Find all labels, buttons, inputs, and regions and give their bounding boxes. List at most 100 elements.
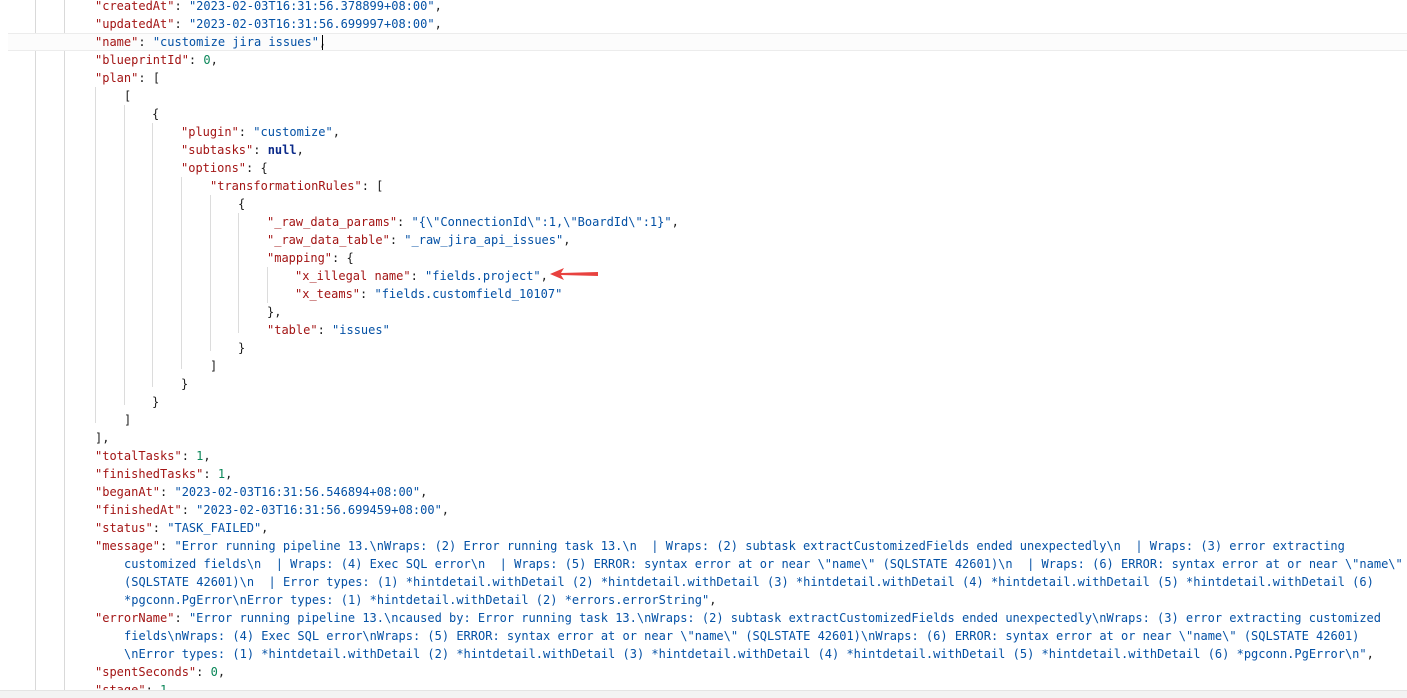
gutter-divider-left bbox=[35, 0, 36, 690]
code-line[interactable]: ] bbox=[124, 411, 131, 429]
json-value: "issues" bbox=[332, 323, 390, 337]
json-punctuation: , bbox=[441, 503, 450, 517]
json-punctuation: , bbox=[296, 143, 304, 157]
json-punctuation: ] bbox=[124, 413, 132, 427]
code-line[interactable]: "plan": [ bbox=[95, 69, 160, 87]
json-colon: : bbox=[188, 53, 204, 67]
code-line[interactable]: "updatedAt": "2023-02-03T16:31:56.699997… bbox=[95, 15, 442, 33]
json-punctuation: , bbox=[261, 521, 269, 535]
code-line[interactable]: "options": { bbox=[181, 159, 268, 177]
text-cursor bbox=[322, 35, 323, 50]
indent-guide bbox=[210, 195, 211, 351]
json-colon: : bbox=[181, 503, 197, 517]
code-line[interactable]: "status": "TASK_FAILED", bbox=[95, 519, 268, 537]
code-line[interactable]: ], bbox=[95, 429, 109, 447]
code-line[interactable]: "finishedAt": "2023-02-03T16:31:56.69945… bbox=[95, 501, 449, 519]
code-line[interactable]: "name": "customize jira issues", bbox=[95, 33, 326, 51]
json-punctuation: { bbox=[260, 161, 268, 175]
json-key: "spentSeconds" bbox=[95, 665, 197, 679]
code-line[interactable]: } bbox=[181, 375, 188, 393]
json-punctuation: , bbox=[434, 0, 442, 13]
json-punctuation: [ bbox=[152, 71, 161, 85]
code-line[interactable]: "table": "issues" bbox=[267, 321, 390, 339]
gutter-divider-right bbox=[64, 0, 65, 690]
json-value: "2023-02-03T16:31:56.546894+08:00" bbox=[174, 485, 421, 499]
json-punctuation: { bbox=[152, 107, 160, 121]
horizontal-scrollbar[interactable] bbox=[0, 690, 1407, 698]
json-colon: : bbox=[332, 251, 347, 265]
json-value: "{\"ConnectionId\":1,\"BoardId\":1}" bbox=[411, 215, 672, 229]
code-line[interactable]: \nError types: (1) *hintdetail.withDetai… bbox=[124, 645, 1374, 663]
json-punctuation: [ bbox=[124, 89, 132, 103]
code-line[interactable]: "subtasks": null, bbox=[181, 141, 304, 159]
json-value: "customize" bbox=[253, 125, 333, 139]
code-line[interactable]: }, bbox=[267, 303, 281, 321]
code-line[interactable]: "spentSeconds": 0, bbox=[95, 663, 225, 681]
code-line[interactable]: "blueprintId": 0, bbox=[95, 51, 218, 69]
json-editor[interactable]: "createdAt": "2023-02-03T16:31:56.378899… bbox=[0, 0, 1407, 698]
json-punctuation: { bbox=[238, 197, 246, 211]
code-line[interactable]: "_raw_data_table": "_raw_jira_api_issues… bbox=[267, 231, 570, 249]
code-line[interactable]: fields\nWraps: (4) Exec SQL error\nWraps… bbox=[124, 627, 1359, 645]
code-line[interactable]: { bbox=[152, 105, 159, 123]
code-line[interactable]: "totalTasks": 1, bbox=[95, 447, 211, 465]
json-value: fields\nWraps: (4) Exec SQL error\nWraps… bbox=[124, 629, 1360, 643]
json-colon: : bbox=[160, 539, 175, 553]
json-colon: : bbox=[361, 179, 377, 193]
code-line[interactable]: "message": "Error running pipeline 13.\n… bbox=[95, 537, 1345, 555]
code-line[interactable]: } bbox=[238, 339, 245, 357]
code-line[interactable]: "x_teams": "fields.customfield_10107" bbox=[295, 285, 562, 303]
json-value: "fields.customfield_10107" bbox=[374, 287, 563, 301]
code-line[interactable]: "errorName": "Error running pipeline 13.… bbox=[95, 609, 1381, 627]
json-punctuation: } bbox=[238, 341, 246, 355]
code-line[interactable]: "x_illegal name": "fields.project", bbox=[295, 267, 548, 285]
json-key: "errorName" bbox=[95, 611, 175, 625]
json-punctuation: ], bbox=[95, 431, 110, 445]
json-colon: : bbox=[238, 125, 254, 139]
json-key: "plan" bbox=[95, 71, 139, 85]
code-line[interactable]: ] bbox=[210, 357, 217, 375]
code-line[interactable]: "_raw_data_params": "{\"ConnectionId\":1… bbox=[267, 213, 679, 231]
code-line[interactable]: [ bbox=[124, 87, 131, 105]
code-line[interactable]: customized fields\n | Wraps: (4) Exec SQ… bbox=[124, 555, 1403, 573]
json-key: "subtasks" bbox=[181, 143, 254, 157]
json-punctuation: }, bbox=[267, 305, 282, 319]
json-key: "totalTasks" bbox=[95, 449, 182, 463]
json-punctuation: ] bbox=[210, 359, 218, 373]
json-punctuation: , bbox=[217, 665, 226, 679]
code-line[interactable]: (SQLSTATE 42601)\n | Error types: (1) *h… bbox=[124, 573, 1374, 591]
json-value: *pgconn.PgError\nError types: (1) *hintd… bbox=[124, 593, 710, 607]
code-line[interactable]: "createdAt": "2023-02-03T16:31:56.378899… bbox=[95, 0, 442, 15]
json-colon: : bbox=[138, 71, 153, 85]
code-line[interactable]: } bbox=[152, 393, 159, 411]
json-punctuation: , bbox=[210, 53, 218, 67]
code-line[interactable]: "mapping": { bbox=[267, 249, 354, 267]
json-value: null bbox=[267, 143, 297, 157]
json-key: "plugin" bbox=[181, 125, 239, 139]
json-key: "blueprintId" bbox=[95, 53, 189, 67]
json-key: "x_illegal name" bbox=[295, 269, 411, 283]
json-punctuation: } bbox=[152, 395, 160, 409]
code-line[interactable]: "finishedTasks": 1, bbox=[95, 465, 232, 483]
json-value: "fields.project" bbox=[425, 269, 541, 283]
code-line[interactable]: { bbox=[238, 195, 245, 213]
json-key: "beganAt" bbox=[95, 485, 161, 499]
json-punctuation: , bbox=[434, 17, 442, 31]
json-key: "finishedAt" bbox=[95, 503, 182, 517]
code-line[interactable]: "transformationRules": [ bbox=[210, 177, 383, 195]
json-value: (SQLSTATE 42601)\n | Error types: (1) *h… bbox=[124, 575, 1374, 589]
json-colon: : bbox=[138, 35, 153, 49]
code-line[interactable]: "beganAt": "2023-02-03T16:31:56.546894+0… bbox=[95, 483, 427, 501]
json-colon: : bbox=[181, 449, 197, 463]
code-line[interactable]: *pgconn.PgError\nError types: (1) *hintd… bbox=[124, 591, 716, 609]
json-colon: : bbox=[253, 143, 268, 157]
json-punctuation: { bbox=[346, 251, 354, 265]
json-key: "x_teams" bbox=[295, 287, 361, 301]
json-value: 1 bbox=[217, 467, 226, 481]
json-colon: : bbox=[203, 467, 218, 481]
json-value: 0 bbox=[210, 665, 218, 679]
json-punctuation: , bbox=[563, 233, 571, 247]
code-line[interactable]: "plugin": "customize", bbox=[181, 123, 340, 141]
json-value: "Error running pipeline 13.\nWraps: (2) … bbox=[174, 539, 1345, 553]
indent-guide bbox=[124, 105, 125, 405]
